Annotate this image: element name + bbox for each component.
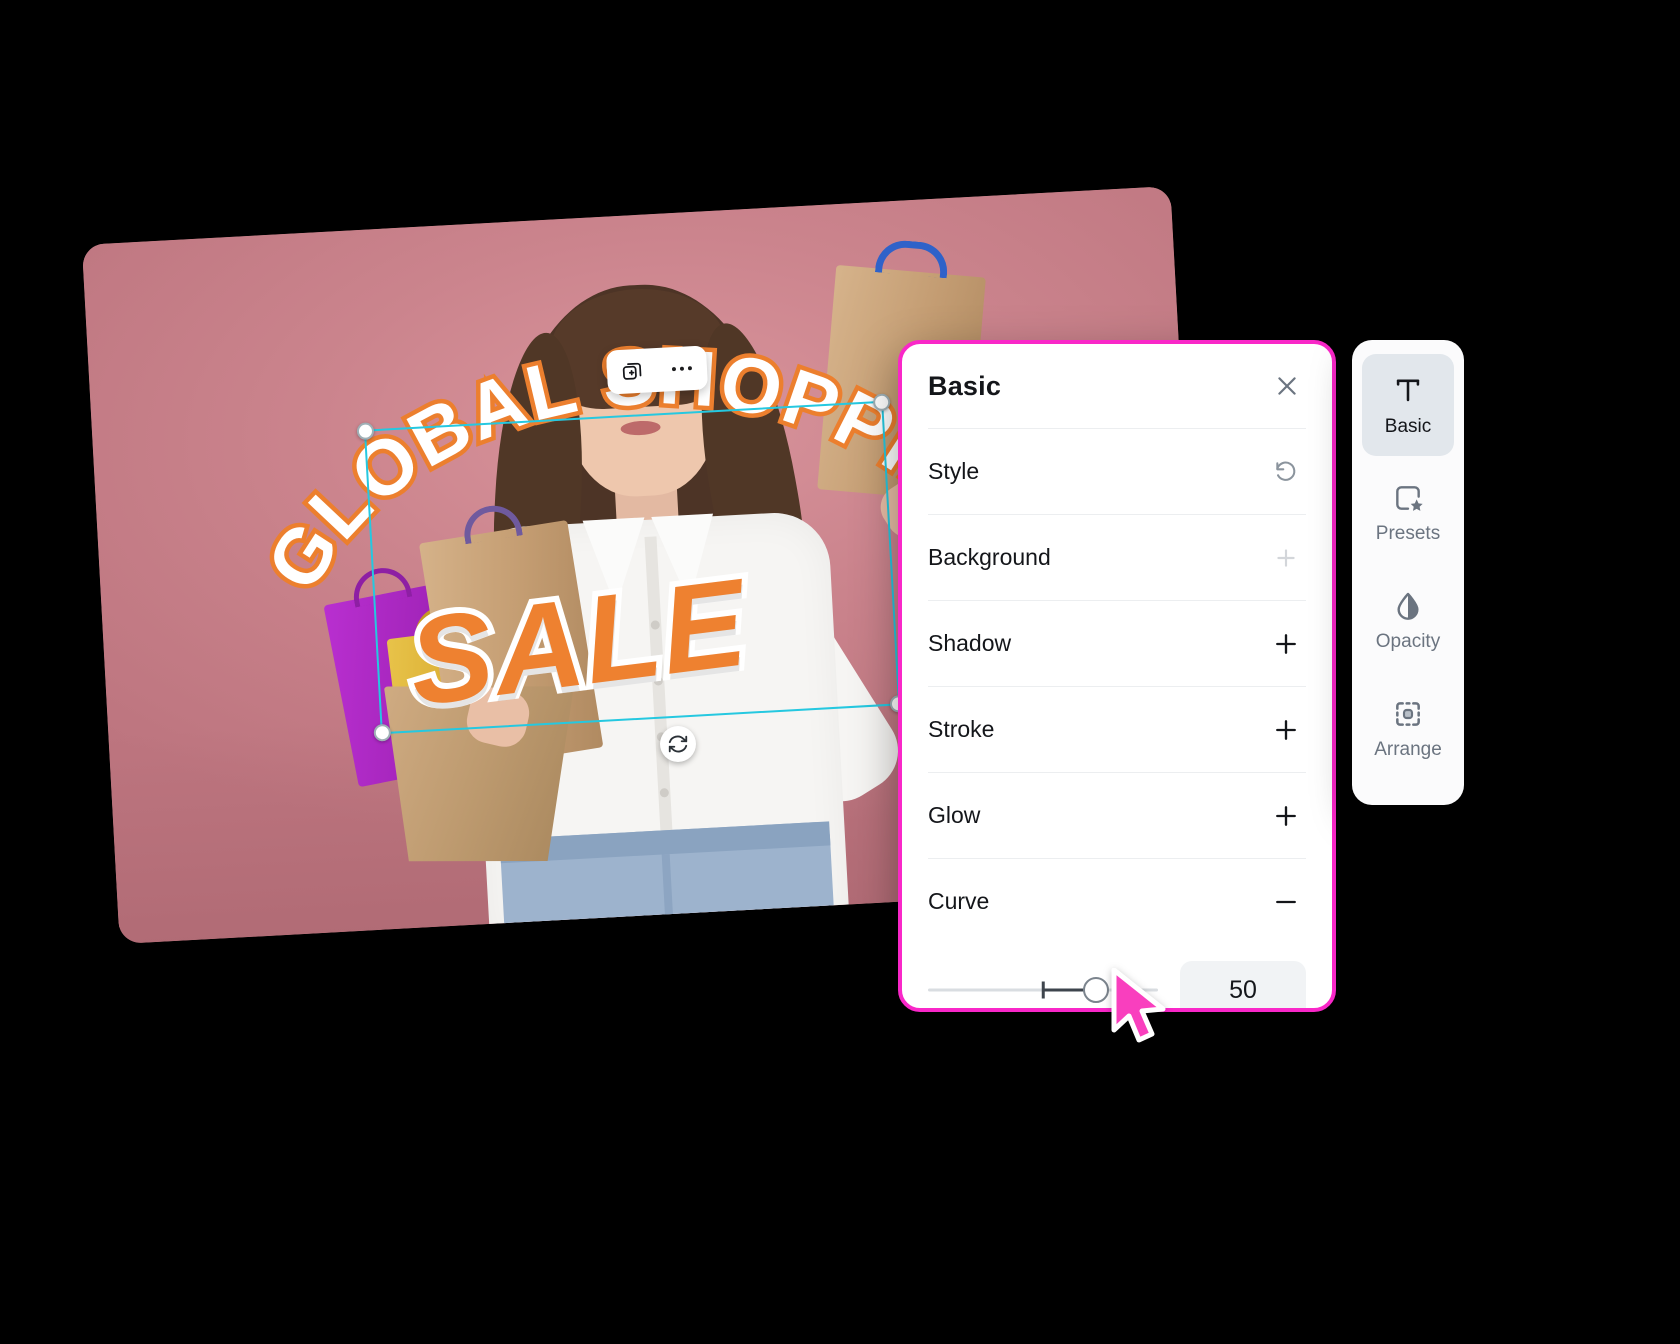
tool-label: Presets <box>1375 522 1441 544</box>
panel-close-button[interactable] <box>1272 371 1302 401</box>
tool-arrange[interactable]: Arrange <box>1362 678 1454 780</box>
reset-icon <box>1276 461 1296 481</box>
row-curve[interactable]: Curve <box>928 858 1306 944</box>
tool-presets[interactable]: Presets <box>1362 462 1454 564</box>
tool-label: Arrange <box>1374 738 1442 760</box>
slider-knob[interactable] <box>1082 977 1109 1003</box>
row-label: Style <box>928 458 980 484</box>
shadow-add-button[interactable] <box>1266 624 1306 664</box>
row-style[interactable]: Style <box>928 428 1306 514</box>
row-glow[interactable]: Glow <box>928 772 1306 858</box>
resize-handle-top-left[interactable] <box>356 422 375 441</box>
row-stroke[interactable]: Stroke <box>928 686 1306 772</box>
curve-remove-button[interactable] <box>1266 882 1306 922</box>
row-label: Background <box>928 544 1051 570</box>
curve-slider[interactable] <box>928 973 1158 1007</box>
row-label: Glow <box>928 802 981 828</box>
plus-icon <box>1276 719 1296 740</box>
more-options-icon <box>671 365 693 372</box>
glow-add-button[interactable] <box>1266 796 1306 836</box>
row-label: Shadow <box>928 630 1012 656</box>
panel-header: Basic <box>902 344 1332 428</box>
preset-star-icon <box>1396 485 1423 511</box>
rotate-icon <box>668 735 688 753</box>
plus-icon <box>1276 805 1296 826</box>
more-options-button[interactable] <box>664 351 700 387</box>
slider-center-tick <box>1041 981 1045 999</box>
row-shadow[interactable]: Shadow <box>928 600 1306 686</box>
tool-label: Opacity <box>1375 630 1441 652</box>
panel-title: Basic <box>928 370 1002 401</box>
background-add-button[interactable] <box>1266 538 1306 578</box>
tool-opacity[interactable]: Opacity <box>1362 570 1454 672</box>
screenshot-stage: GLOBAL SHOPPING SALE Basic Style Backgro… <box>0 0 1680 1344</box>
row-label: Curve <box>928 888 990 914</box>
plus-icon <box>1276 633 1296 654</box>
panel-rows: Style Background Shadow Stroke Glow Curv… <box>902 428 1332 1008</box>
stroke-add-button[interactable] <box>1266 710 1306 750</box>
text-type-icon <box>1396 379 1420 401</box>
opacity-drop-icon <box>1397 592 1419 620</box>
selection-bounding-box[interactable] <box>356 393 908 742</box>
right-side-toolbar[interactable]: Basic Presets Opacity Arrange <box>1352 340 1464 805</box>
row-label: Stroke <box>928 716 995 742</box>
basic-properties-panel[interactable]: Basic Style Background Shadow Stroke Glo… <box>898 340 1336 1012</box>
rotate-handle[interactable] <box>660 726 696 762</box>
duplicate-add-icon <box>622 362 642 380</box>
close-icon <box>1278 377 1296 395</box>
tool-basic[interactable]: Basic <box>1362 354 1454 456</box>
style-reset-button[interactable] <box>1266 452 1306 492</box>
arrange-icon <box>1396 701 1420 726</box>
row-background[interactable]: Background <box>928 514 1306 600</box>
curve-value-input[interactable]: 50 <box>1180 961 1306 1008</box>
minus-icon <box>1276 900 1296 903</box>
curve-slider-row[interactable]: 50 <box>928 944 1306 1008</box>
object-quick-toolbar[interactable] <box>605 345 709 395</box>
plus-icon <box>1277 548 1295 567</box>
duplicate-button[interactable] <box>614 353 650 389</box>
tool-label: Basic <box>1384 415 1432 437</box>
